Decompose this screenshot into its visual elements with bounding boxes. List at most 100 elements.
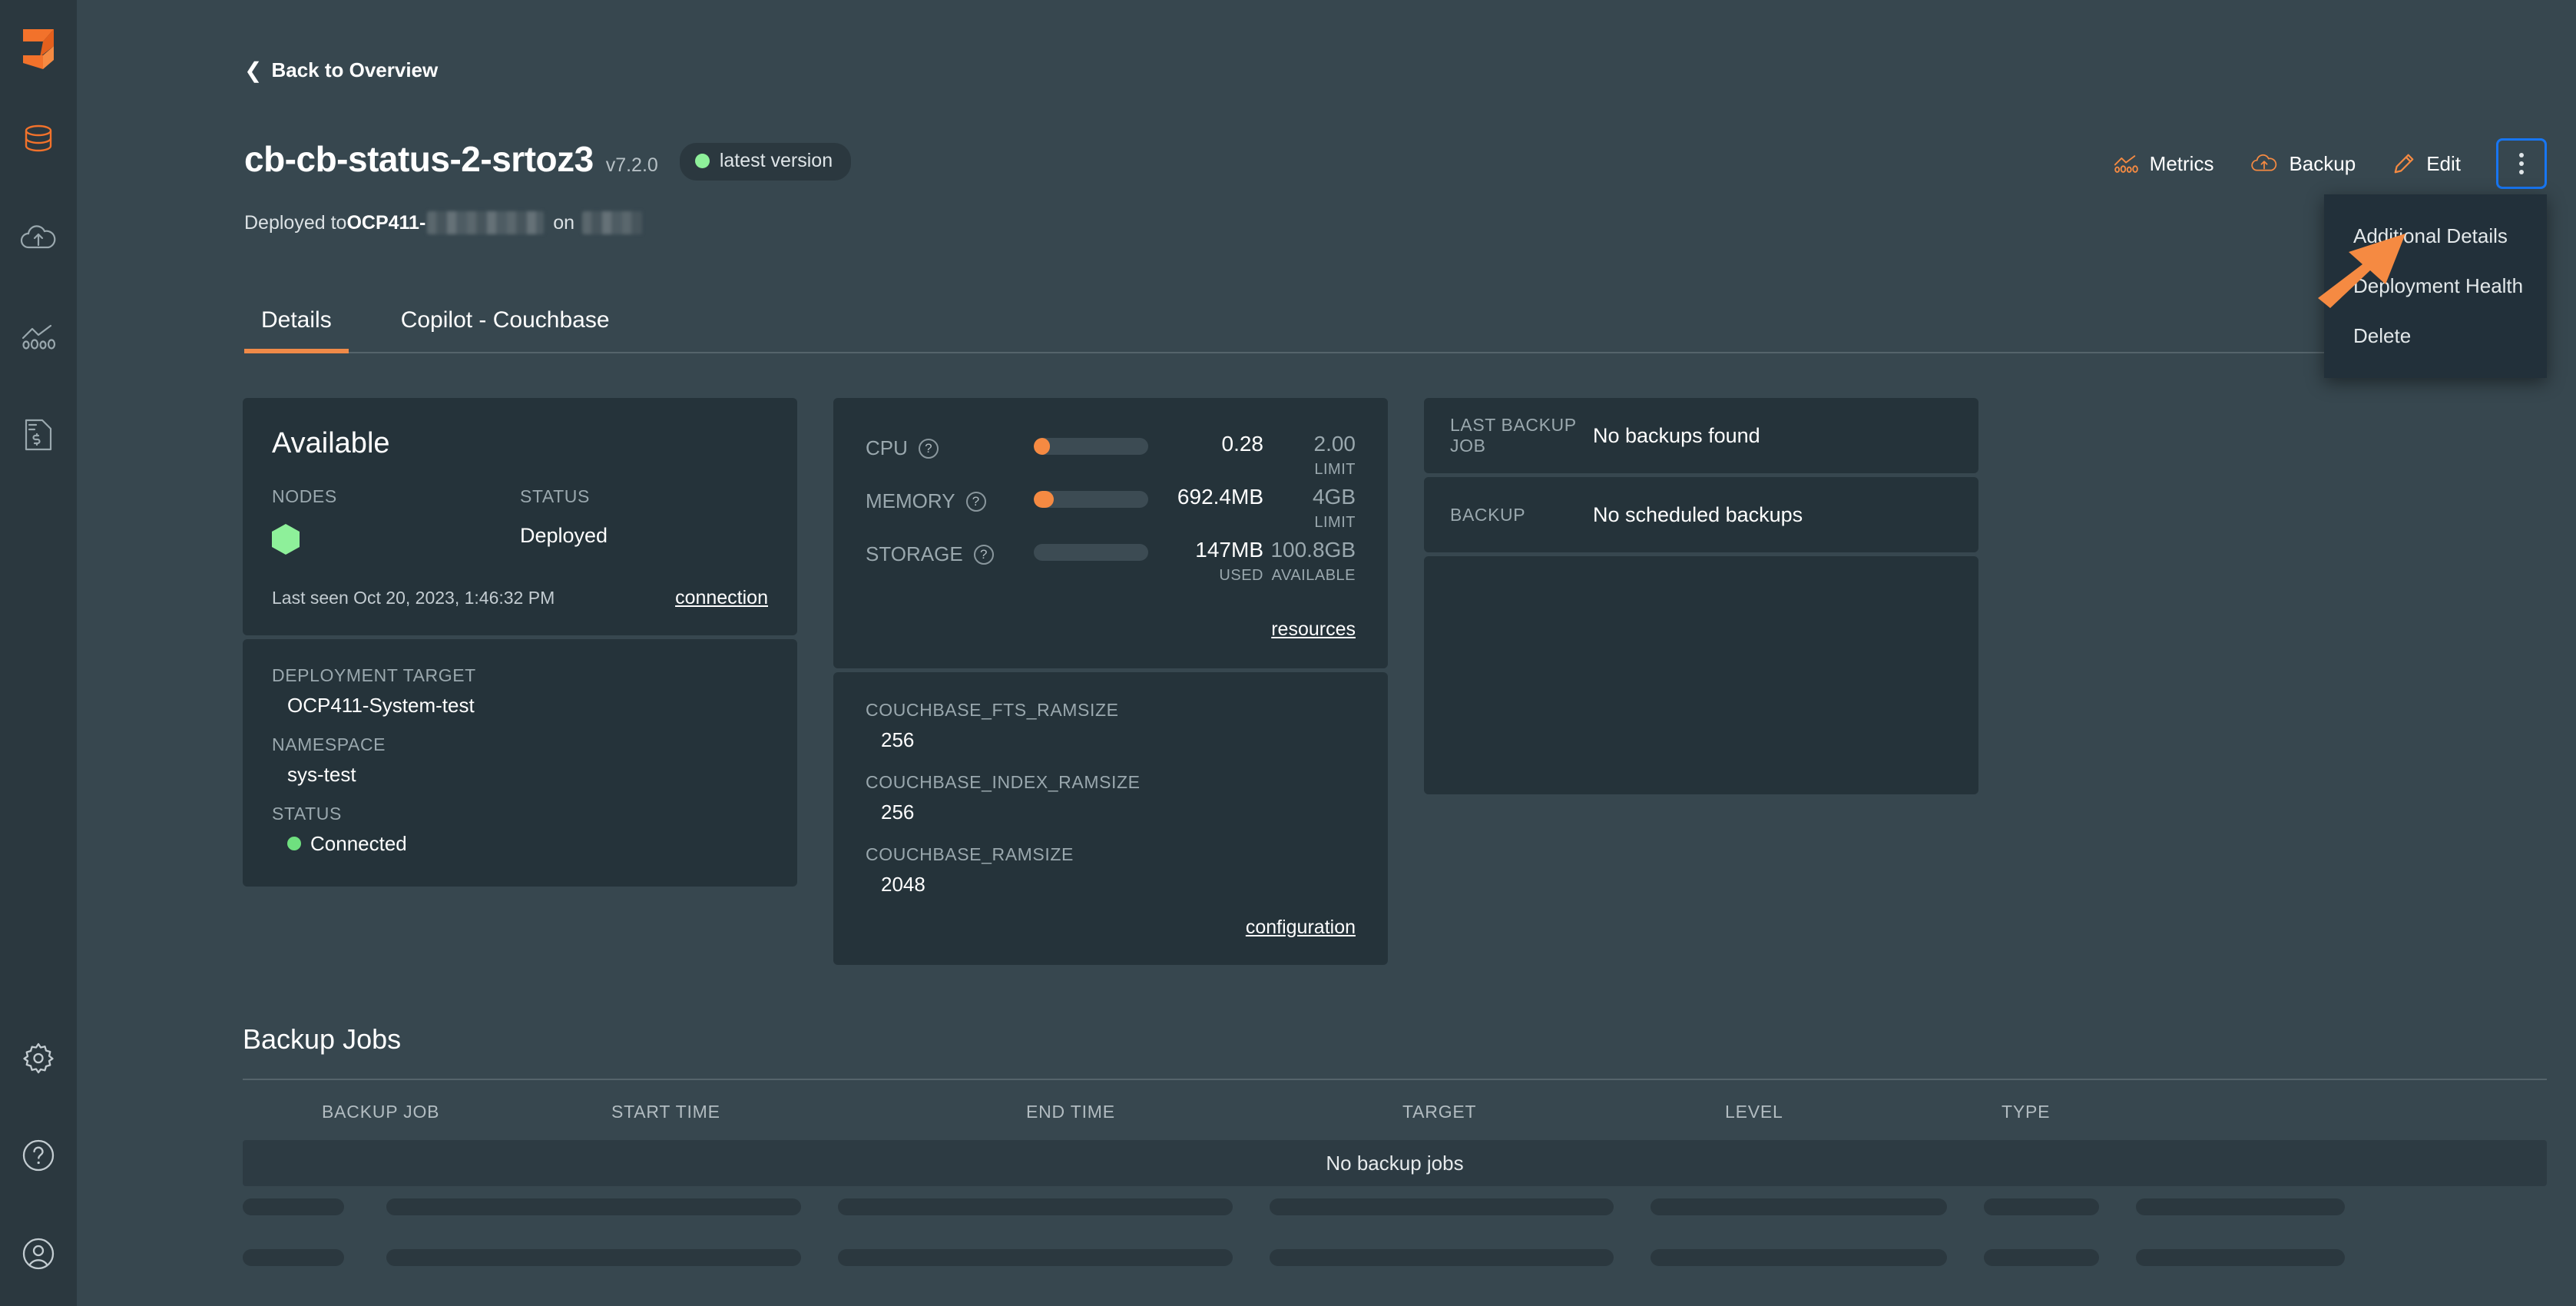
column-header-start-time[interactable]: START TIME xyxy=(611,1102,1026,1122)
cpu-limit: 2.00 xyxy=(1313,432,1356,456)
cloud-upload-icon[interactable] xyxy=(17,217,60,260)
node-hexagon-icon[interactable] xyxy=(272,524,300,555)
config-key-ramsize: COUCHBASE_RAMSIZE xyxy=(866,844,1074,864)
config-key-index-ramsize: COUCHBASE_INDEX_RAMSIZE xyxy=(866,772,1141,792)
column-header-type[interactable]: TYPE xyxy=(2002,1102,2232,1122)
account-circle-icon[interactable] xyxy=(17,1232,60,1275)
status-label: STATUS xyxy=(520,486,590,506)
storage-limit: 100.8GB xyxy=(1270,538,1356,562)
sidebar xyxy=(0,0,77,1306)
edit-button[interactable]: Edit xyxy=(2374,146,2479,182)
resources-column: CPU ? 0.28 2.00 LIMIT MEMORY ? 692.4MB 4… xyxy=(833,398,1388,1013)
backup-schedule-label: BACKUP xyxy=(1450,504,1526,525)
back-to-overview-link[interactable]: ❮ Back to Overview xyxy=(244,58,438,82)
cpu-progress-fill xyxy=(1034,438,1051,455)
deployment-target-card: DEPLOYMENT TARGET OCP411-System-test NAM… xyxy=(243,639,797,887)
backup-schedule-value: No scheduled backups xyxy=(1593,502,1803,526)
memory-progress-fill xyxy=(1034,491,1054,508)
pencil-icon xyxy=(2394,154,2414,174)
status-badge: latest version xyxy=(679,143,852,181)
connection-link[interactable]: connection xyxy=(675,587,768,609)
redacted-host-block xyxy=(582,211,643,234)
kebab-menu-icon xyxy=(2519,153,2524,174)
namespace-label: NAMESPACE xyxy=(272,734,386,754)
brand-logo[interactable] xyxy=(17,26,60,72)
config-value-ramsize: 2048 xyxy=(881,873,925,896)
deployed-target-name: OCP411- xyxy=(346,211,426,234)
resources-link[interactable]: resources xyxy=(1271,618,1356,640)
availability-card: Available NODES STATUS Deployed Last see… xyxy=(243,398,797,635)
cpu-help-icon[interactable]: ? xyxy=(918,438,939,459)
skeleton-cell xyxy=(2136,1249,2345,1266)
skeleton-row xyxy=(243,1198,2547,1215)
billing-document-icon[interactable] xyxy=(17,413,60,456)
backup-jobs-empty-message: No backup jobs xyxy=(243,1140,2547,1186)
memory-help-icon[interactable]: ? xyxy=(965,491,986,512)
menu-item-additional-details[interactable]: Additional Details xyxy=(2324,211,2547,261)
configuration-link[interactable]: configuration xyxy=(1246,917,1356,938)
menu-item-delete[interactable]: Delete xyxy=(2324,311,2547,361)
backup-button-label: Backup xyxy=(2289,151,2356,175)
metrics-button[interactable]: Metrics xyxy=(2094,146,2233,182)
more-actions-button[interactable] xyxy=(2496,138,2547,189)
gear-icon[interactable] xyxy=(17,1036,60,1079)
database-icon[interactable] xyxy=(17,118,60,161)
details-card-grid: Available NODES STATUS Deployed Last see… xyxy=(243,398,1978,1013)
tab-details[interactable]: Details xyxy=(244,307,349,353)
storage-value-sub: USED xyxy=(1219,567,1263,584)
memory-progress-bar xyxy=(1034,491,1148,508)
memory-label: MEMORY xyxy=(866,489,955,512)
backup-column: LAST BACKUP JOB No backups found BACKUP … xyxy=(1424,398,1978,1013)
storage-limit-sub: AVAILABLE xyxy=(1271,567,1356,584)
cloud-upload-icon xyxy=(2251,154,2277,171)
skeleton-cell xyxy=(838,1249,1233,1266)
skeleton-cell xyxy=(1270,1249,1614,1266)
skeleton-row xyxy=(243,1249,2547,1266)
memory-limit: 4GB xyxy=(1312,485,1356,509)
backup-button[interactable]: Backup xyxy=(2232,146,2374,182)
backup-jobs-divider xyxy=(243,1079,2547,1080)
tab-copilot-couchbase[interactable]: Copilot - Couchbase xyxy=(384,307,627,352)
last-seen-text: Last seen Oct 20, 2023, 1:46:32 PM xyxy=(272,588,555,608)
edit-button-label: Edit xyxy=(2426,151,2461,175)
deployed-prefix: Deployed to xyxy=(244,211,347,234)
chevron-left-icon: ❮ xyxy=(244,58,263,82)
skeleton-cell xyxy=(1984,1249,2099,1266)
help-circle-icon[interactable] xyxy=(17,1134,60,1177)
resource-row-cpu: CPU ? 0.28 2.00 LIMIT xyxy=(866,432,1356,479)
back-link-label: Back to Overview xyxy=(271,58,439,81)
deployed-on-word: on xyxy=(553,211,575,234)
config-key-fts-ramsize: COUCHBASE_FTS_RAMSIZE xyxy=(866,700,1119,720)
config-value-fts-ramsize: 256 xyxy=(881,728,915,751)
storage-help-icon[interactable]: ? xyxy=(973,544,994,565)
skeleton-cell xyxy=(386,1198,801,1215)
status-block: STATUS Deployed xyxy=(520,486,768,555)
last-backup-job-row: LAST BACKUP JOB No backups found xyxy=(1424,398,1978,473)
skeleton-cell xyxy=(2136,1198,2345,1215)
metrics-chart-icon[interactable] xyxy=(17,315,60,358)
skeleton-cell xyxy=(386,1249,801,1266)
column-header-level[interactable]: LEVEL xyxy=(1725,1102,2002,1122)
skeleton-cell xyxy=(243,1249,344,1266)
status-value: Deployed xyxy=(520,524,608,547)
backup-jobs-title: Backup Jobs xyxy=(243,1023,402,1055)
resource-row-storage: STORAGE ? 147MB USED 100.8GB AVAILABLE xyxy=(866,538,1356,585)
metrics-button-label: Metrics xyxy=(2149,151,2214,175)
column-header-backup-job[interactable]: BACKUP JOB xyxy=(243,1102,611,1122)
cpu-label: CPU xyxy=(866,436,908,459)
app-root: ❮ Back to Overview cb-cb-status-2-srtoz3… xyxy=(0,0,2576,1306)
tab-bar: Details Copilot - Couchbase xyxy=(244,307,2547,353)
skeleton-cell xyxy=(243,1198,344,1215)
column-spacer xyxy=(243,890,797,1013)
deployed-to-line: Deployed to OCP411- on xyxy=(244,211,643,234)
page-toolbar: Metrics Backup Edit xyxy=(2094,138,2547,189)
column-header-end-time[interactable]: END TIME xyxy=(1026,1102,1402,1122)
skeleton-cell xyxy=(1651,1198,1947,1215)
badge-label: latest version xyxy=(719,150,833,171)
column-header-target[interactable]: TARGET xyxy=(1402,1102,1725,1122)
resource-row-memory: MEMORY ? 692.4MB 4GB LIMIT xyxy=(866,485,1356,532)
deployment-target-value: OCP411-System-test xyxy=(287,694,475,717)
page-title-row: cb-cb-status-2-srtoz3 v7.2.0 latest vers… xyxy=(244,138,852,184)
menu-item-deployment-health[interactable]: Deployment Health xyxy=(2324,261,2547,311)
configuration-card: COUCHBASE_FTS_RAMSIZE 256 COUCHBASE_INDE… xyxy=(833,672,1388,965)
